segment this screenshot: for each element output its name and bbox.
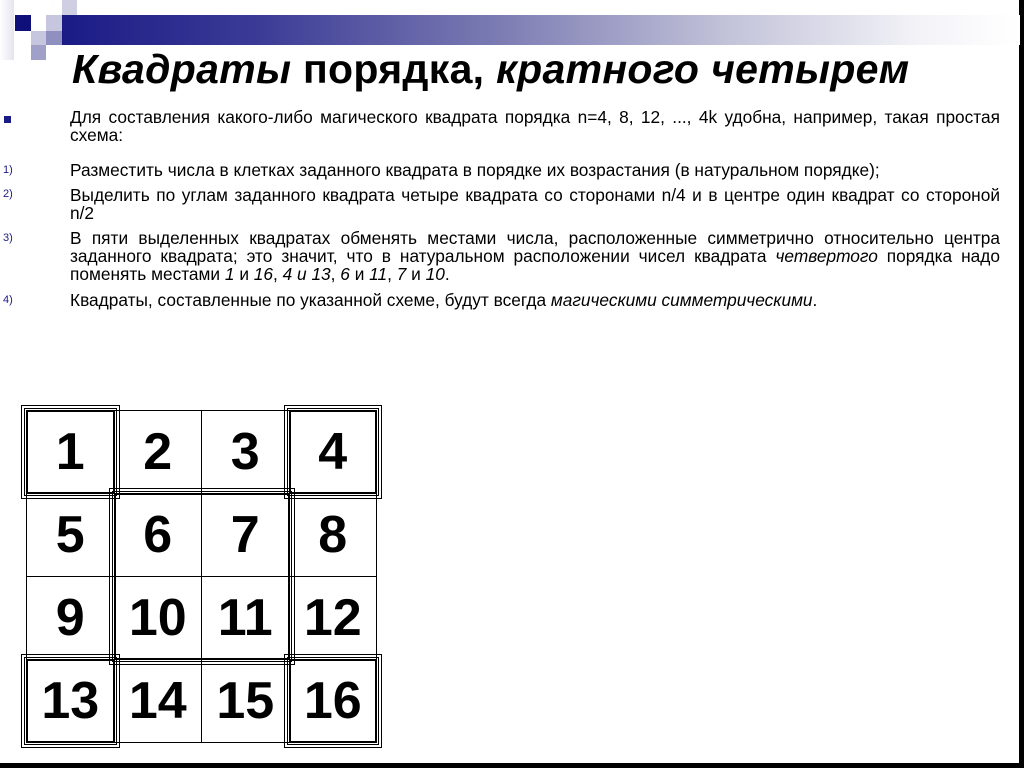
grid-cell: 16 xyxy=(288,659,377,743)
step-4-text-c: . xyxy=(812,290,818,310)
grid-cell: 1 xyxy=(26,410,115,494)
step-marker: 1) xyxy=(3,164,13,176)
title-plain-part: порядка, xyxy=(291,46,497,92)
pair-4-a: 7 xyxy=(396,264,407,284)
pair-3-tail: , xyxy=(387,264,397,284)
grid-cell: 9 xyxy=(26,576,115,660)
step-marker: 3) xyxy=(3,232,13,244)
grid-cell: 13 xyxy=(26,659,115,743)
pair-4-sep: и xyxy=(406,264,426,284)
deco-square-light xyxy=(31,31,46,45)
pair-1-a: 1 xyxy=(224,264,235,284)
title-italic-part-2: кратного четырем xyxy=(496,46,910,92)
pair-1-b: 16 xyxy=(253,264,274,284)
deco-fade-strip xyxy=(0,0,14,60)
pair-4-b: 10 xyxy=(425,264,445,284)
grid-cell: 7 xyxy=(201,493,290,577)
intro-paragraph: Для составления какого-либо магического … xyxy=(70,107,1000,145)
step-2-text: Выделить по углам заданного квадрата чет… xyxy=(70,185,1000,223)
grid-cell: 6 xyxy=(113,493,202,577)
grid-cell: 3 xyxy=(201,410,290,494)
step-3-italic: четвертого xyxy=(775,246,878,266)
pair-2-a: 4 и 13 xyxy=(282,264,331,284)
pair-1-sep: и xyxy=(234,264,254,284)
square-bullet-icon xyxy=(4,116,11,123)
deco-square-mid xyxy=(46,31,62,45)
grid-cell: 10 xyxy=(113,576,202,660)
grid-cell: 8 xyxy=(288,493,377,577)
magic-square-grid: 1 2 3 4 5 6 7 8 9 10 11 12 13 14 15 16 xyxy=(21,405,382,748)
deco-square-mid xyxy=(31,45,46,60)
header-gradient-bar xyxy=(62,15,1020,45)
grid-cell: 15 xyxy=(201,659,290,743)
right-edge-border xyxy=(1019,0,1024,768)
step-4-text-a: Квадраты, составленные по указанной схем… xyxy=(70,290,551,310)
deco-square-light xyxy=(62,0,77,15)
pair-1-tail: , xyxy=(273,264,283,284)
bottom-edge-border xyxy=(0,763,1024,768)
pair-4-tail: . xyxy=(444,264,450,284)
deco-square-light xyxy=(46,15,62,31)
pair-3-a: 6 xyxy=(340,264,350,284)
grid-cell: 14 xyxy=(113,659,202,743)
step-4-italic: магическими симметрическими xyxy=(550,290,813,310)
grid-cell: 4 xyxy=(288,410,377,494)
pair-2-tail: , xyxy=(330,264,341,284)
grid-cell: 5 xyxy=(26,493,115,577)
step-marker: 4) xyxy=(3,294,13,306)
deco-square-dark xyxy=(15,15,31,31)
title-italic-part: Квадраты xyxy=(72,46,292,92)
grid-cell: 2 xyxy=(113,410,202,494)
grid-cell: 12 xyxy=(288,576,377,660)
step-4-text: Квадраты, составленные по указанной схем… xyxy=(70,291,1000,309)
pair-3-b: 11 xyxy=(369,264,388,284)
step-marker: 2) xyxy=(3,188,13,200)
step-1-text: Разместить числа в клетках заданного ква… xyxy=(70,160,880,180)
pair-3-sep: и xyxy=(349,264,370,284)
slide-title: Квадраты порядка, кратного четырем xyxy=(72,46,909,93)
grid-cell: 11 xyxy=(201,576,290,660)
step-3-text: В пяти выделенных квадратах обменять мес… xyxy=(70,229,1000,283)
